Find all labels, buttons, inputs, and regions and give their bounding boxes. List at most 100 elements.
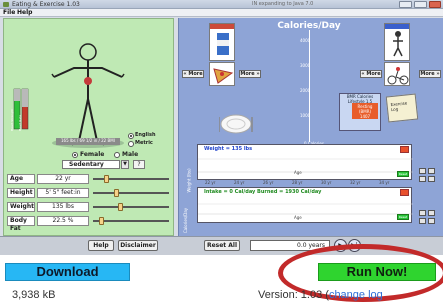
height-label: Height	[7, 188, 35, 198]
bodyfat-slider-thumb[interactable]	[98, 217, 104, 225]
axis-tick: 3000	[300, 63, 311, 68]
x-tick: 32 yr	[350, 180, 361, 185]
age-label: Age	[7, 174, 35, 184]
help-button[interactable]: Help	[88, 240, 114, 251]
x-tick: 28 yr	[292, 180, 303, 185]
height-row: Height 5' 5" feet:in	[7, 188, 171, 198]
x-tick: 26 yr	[263, 180, 274, 185]
weight-slider-thumb[interactable]	[117, 203, 123, 211]
close-button[interactable]	[429, 1, 441, 8]
calories-graph: Intake = 0 Cal/day Burned = 1930 Cal/day…	[197, 187, 413, 223]
x-tick: 30 yr	[321, 180, 332, 185]
calorie-axis	[309, 30, 310, 142]
simulation-screenshot: Eating & Exercise 1.03 IN expanding to J…	[0, 0, 443, 255]
age-field[interactable]: 22 yr	[37, 174, 89, 184]
activity-select[interactable]: Sedentary	[62, 160, 120, 169]
more-exercise-left-button[interactable]: « More	[360, 70, 382, 78]
graph-zoom-button[interactable]	[419, 210, 426, 216]
version-line: Version: 1.03 (change log	[258, 289, 383, 301]
x-axis-ticks: 22 yr 24 yr 26 yr 28 yr 30 yr 32 yr 34 y…	[197, 180, 412, 186]
window-titlebar: Eating & Exercise 1.03 IN expanding to J…	[0, 0, 443, 9]
bmr-value: 1407	[359, 114, 371, 119]
exercise-card[interactable]	[384, 23, 410, 61]
male-label: Male	[122, 151, 139, 158]
graph-zoom-button[interactable]	[419, 168, 426, 174]
weight-graph-x-label: Age	[294, 170, 302, 175]
metric-radio[interactable]	[128, 141, 134, 147]
height-field[interactable]: 5' 5" feet:in	[37, 188, 89, 198]
calories-graph-x-label: Age	[294, 215, 302, 220]
version-text: Version: 1.03 (	[258, 289, 329, 301]
window-title: Eating & Exercise 1.03	[12, 1, 80, 8]
figure-note: 165 lbs / 69 1/2 in / 22 BMI	[61, 138, 115, 143]
graph-zoom-button[interactable]	[428, 218, 435, 224]
graph-zoom-button[interactable]	[428, 168, 435, 174]
reset-weight-graph-button[interactable]: Reset	[397, 171, 409, 177]
faded-window-title: IN expanding to Java 7.0	[252, 1, 314, 7]
heart-strength-label: Heart Strength	[10, 108, 14, 131]
graph-zoom-button[interactable]	[419, 176, 426, 182]
close-graph-icon[interactable]	[400, 146, 409, 153]
plate-icon	[219, 114, 253, 134]
weight-field[interactable]: 135 lbs	[37, 202, 89, 212]
bodyfat-field[interactable]: 22.5 %	[37, 216, 89, 226]
bodyfat-slider-track[interactable]	[93, 220, 169, 222]
chevron-down-icon[interactable]: ▼	[121, 160, 129, 169]
exercise-log-book[interactable]: Exercise Log	[385, 93, 419, 123]
height-slider-track[interactable]	[93, 192, 169, 194]
age-row: Age 22 yr	[7, 174, 171, 184]
menu-bar: File Help	[0, 9, 443, 17]
female-radio[interactable]	[72, 152, 78, 158]
graph-zoom-button[interactable]	[419, 218, 426, 224]
bodyfat-row: Body Fat 22.5 %	[7, 216, 171, 232]
male-radio[interactable]	[114, 152, 120, 158]
axis-tick: 4000	[300, 38, 311, 43]
weight-slider-track[interactable]	[93, 206, 169, 208]
graph-zoom-button[interactable]	[428, 176, 435, 182]
bmr-label: Resting (BMR)	[357, 104, 373, 114]
axis-tick: 2000	[300, 88, 311, 93]
english-radio[interactable]	[128, 133, 134, 139]
change-log-link[interactable]: change log	[329, 289, 383, 301]
reset-calories-graph-button[interactable]: Reset	[397, 214, 409, 220]
more-food-right-button[interactable]: More »	[239, 70, 261, 78]
bmr-calories-box: BMR Calories Lifestyle 1.5 Resting (BMR)…	[339, 93, 381, 131]
more-exercise-right-button[interactable]: More »	[419, 70, 441, 78]
food-card[interactable]	[209, 23, 235, 61]
metric-label: Metric	[135, 140, 153, 146]
file-size: 3,938 kB	[12, 289, 56, 301]
reset-all-button[interactable]: Reset All	[204, 240, 240, 251]
maximize-button[interactable]	[414, 1, 427, 8]
graph-zoom-button[interactable]	[428, 210, 435, 216]
calories-axis-label: Calories/Day	[183, 207, 189, 234]
disclaimer-button[interactable]: Disclaimer	[118, 240, 158, 251]
more-food-left-button[interactable]: « More	[182, 70, 204, 78]
app-icon	[3, 2, 9, 7]
menu-file[interactable]: File	[3, 9, 15, 16]
bmr-value-box: Resting (BMR) 1407	[352, 103, 378, 119]
weight-axis-label: Weight (lbs)	[186, 168, 192, 193]
activity-help-button[interactable]: ?	[133, 160, 145, 169]
english-label: English	[135, 132, 156, 138]
calories-panel: Calories/Day 4000 3000 2000 1000 « More …	[178, 18, 443, 236]
heart-rate-label: Heart Rate	[18, 114, 22, 131]
weight-graph: Weight = 135 lbs Age Reset	[197, 144, 413, 180]
x-tick: 22 yr	[205, 180, 216, 185]
weight-row: Weight 135 lbs	[7, 202, 171, 212]
age-slider-thumb[interactable]	[103, 175, 109, 183]
download-button[interactable]: Download	[5, 263, 130, 281]
height-slider-thumb[interactable]	[114, 189, 119, 197]
food-card[interactable]	[209, 62, 235, 86]
exercise-card[interactable]	[384, 62, 410, 86]
close-graph-icon[interactable]	[400, 189, 409, 196]
body-panel: Heart Strength Heart Rate 165 lbs / 69 1…	[3, 18, 174, 236]
female-label: Female	[80, 151, 105, 158]
gender-row: Female Male	[56, 151, 166, 160]
minimize-button[interactable]	[399, 1, 412, 8]
weight-label: Weight	[7, 202, 35, 212]
x-tick: 24 yr	[234, 180, 245, 185]
run-now-button[interactable]: Run Now!	[318, 263, 436, 281]
x-tick: 34 yr	[379, 180, 390, 185]
axis-tick: 1000	[300, 113, 311, 118]
menu-help[interactable]: Help	[17, 9, 32, 16]
